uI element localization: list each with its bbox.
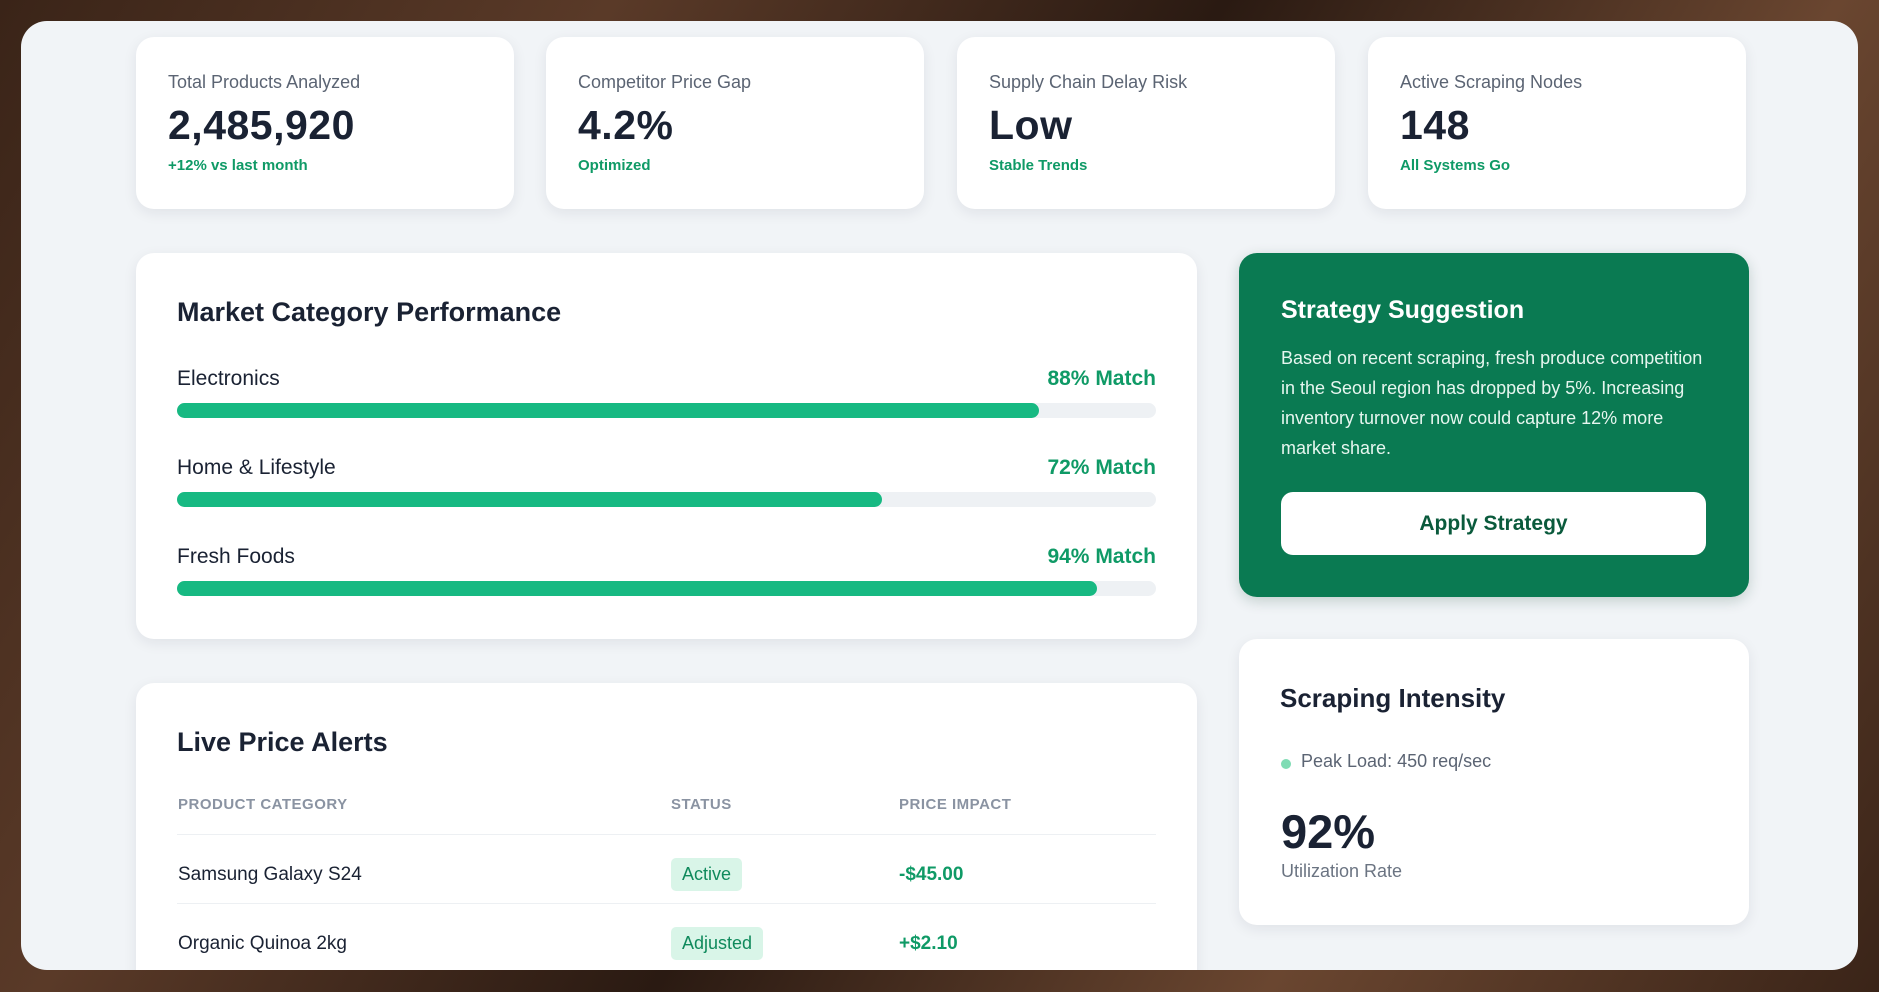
utilization-value: 92% [1281,805,1376,858]
strategy-title: Strategy Suggestion [1281,296,1525,324]
progress-fill-home-lifestyle [177,492,882,507]
market-performance-card: Market Category Performance Electronics … [136,253,1197,639]
stat-label: Supply Chain Delay Risk [989,72,1188,92]
apply-strategy-button[interactable]: Apply Strategy [1281,492,1706,555]
price-impact: +$2.10 [899,933,958,954]
status-dot-icon [1281,759,1291,769]
strategy-suggestion-card: Strategy Suggestion Based on recent scra… [1239,253,1749,597]
category-name: Home & Lifestyle [177,456,336,479]
progress-track [177,581,1156,596]
category-name: Fresh Foods [177,545,295,568]
peak-load: Peak Load: 450 req/sec [1301,751,1492,771]
row-divider [177,834,1156,835]
stat-card-total-products: Total Products Analyzed 2,485,920 +12% v… [136,37,514,209]
stat-trend: Optimized [578,157,651,174]
stat-value: Low [989,102,1073,148]
strategy-description: Based on recent scraping, fresh produce … [1281,348,1703,458]
progress-fill-electronics [177,403,1039,418]
section-title: Market Category Performance [177,297,562,327]
stat-label: Active Scraping Nodes [1400,72,1583,92]
progress-fill-fresh-foods [177,581,1098,596]
stat-card-delay-risk: Supply Chain Delay Risk Low Stable Trend… [957,37,1335,209]
stat-trend: Stable Trends [989,157,1088,174]
category-match: 88% Match [1047,367,1156,390]
column-header-status: STATUS [671,796,732,813]
stat-label: Total Products Analyzed [168,72,361,92]
column-header-impact: PRICE IMPACT [899,796,1012,813]
price-impact: -$45.00 [899,864,964,885]
progress-track [177,492,1156,507]
progress-track [177,403,1156,418]
stat-label: Competitor Price Gap [578,72,752,92]
dashboard-frame: Total Products Analyzed 2,485,920 +12% v… [21,21,1858,970]
stat-value: 2,485,920 [168,102,355,148]
product-name: Organic Quinoa 2kg [178,933,347,954]
row-divider [177,903,1156,904]
utilization-caption: Utilization Rate [1281,861,1403,881]
stat-value: 4.2% [578,102,674,148]
section-title: Live Price Alerts [177,727,388,757]
stat-card-price-gap: Competitor Price Gap 4.2% Optimized [546,37,924,209]
category-match: 94% Match [1047,545,1156,568]
section-title: Scraping Intensity [1280,683,1506,713]
stat-trend: +12% vs last month [168,157,308,174]
status-badge: Adjusted [671,927,764,960]
status-badge: Active [671,858,743,891]
column-header-product: PRODUCT CATEGORY [178,796,348,813]
scraping-intensity-card: Scraping Intensity Peak Load: 450 req/se… [1239,639,1749,925]
category-name: Electronics [177,367,280,390]
stat-trend: All Systems Go [1400,157,1511,174]
product-name: Samsung Galaxy S24 [178,864,362,885]
stat-card-scraping-nodes: Active Scraping Nodes 148 All Systems Go [1368,37,1746,209]
category-match: 72% Match [1047,456,1156,479]
stat-value: 148 [1400,102,1470,148]
price-alerts-card: Live Price Alerts PRODUCT CATEGORY STATU… [136,683,1197,970]
